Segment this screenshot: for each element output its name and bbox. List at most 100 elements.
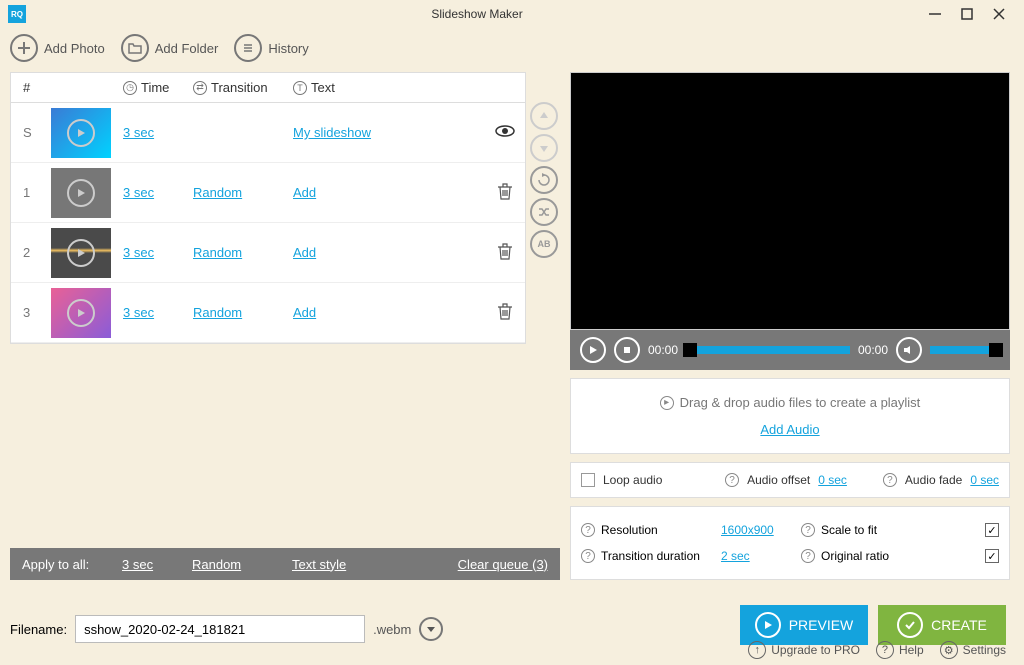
rotate-button[interactable] (530, 166, 558, 194)
maximize-button[interactable] (960, 7, 974, 21)
transition-duration-label: Transition duration (601, 549, 700, 563)
transition-duration-link[interactable]: 2 sec (721, 549, 750, 563)
audio-options: Loop audio ? Audio offset 0 sec ? Audio … (570, 462, 1010, 498)
loop-audio-label: Loop audio (603, 473, 662, 487)
close-button[interactable] (992, 7, 1006, 21)
row-number: 1 (11, 185, 51, 200)
ratio-checkbox[interactable] (985, 549, 999, 563)
row-number: S (11, 125, 51, 140)
slide-thumbnail[interactable] (51, 288, 111, 338)
help-icon[interactable]: ? (581, 549, 595, 563)
resolution-label: Resolution (601, 523, 658, 537)
transition-link[interactable]: Random (193, 245, 242, 260)
play-button[interactable] (580, 337, 606, 363)
apply-transition-link[interactable]: Random (192, 557, 292, 572)
table-row[interactable]: 3 3 sec Random Add (11, 283, 525, 343)
text-link[interactable]: Add (293, 245, 316, 260)
header-time[interactable]: ◷Time (123, 80, 193, 95)
minimize-button[interactable] (928, 7, 942, 21)
transition-link[interactable]: Random (193, 185, 242, 200)
apply-label: Apply to all: (22, 557, 122, 572)
time-link[interactable]: 3 sec (123, 125, 154, 140)
delete-icon[interactable] (497, 182, 513, 203)
play-icon (755, 612, 781, 638)
slide-thumbnail[interactable] (51, 228, 111, 278)
format-dropdown[interactable] (419, 617, 443, 641)
help-link[interactable]: ?Help (876, 641, 924, 659)
upgrade-link[interactable]: ↑Upgrade to PRO (748, 641, 860, 659)
transition-link[interactable]: Random (193, 305, 242, 320)
header-text[interactable]: TText (293, 80, 393, 95)
header-transition[interactable]: ⇄Transition (193, 80, 293, 95)
video-preview (570, 72, 1010, 330)
visibility-icon[interactable] (495, 124, 515, 141)
audio-offset-label: Audio offset (747, 473, 810, 487)
time-link[interactable]: 3 sec (123, 305, 154, 320)
filename-input[interactable] (75, 615, 365, 643)
gear-icon: ⚙ (940, 641, 958, 659)
apply-textstyle-link[interactable]: Text style (292, 557, 392, 572)
time-link[interactable]: 3 sec (123, 185, 154, 200)
audio-dropzone-icon: ▸ (660, 396, 674, 410)
stop-button[interactable] (614, 337, 640, 363)
table-row[interactable]: S 3 sec My slideshow (11, 103, 525, 163)
audio-offset-link[interactable]: 0 sec (818, 473, 847, 487)
row-number: 2 (11, 245, 51, 260)
apply-all-bar: Apply to all: 3 sec Random Text style Cl… (10, 548, 560, 580)
text-link[interactable]: My slideshow (293, 125, 371, 140)
history-button[interactable]: History (234, 34, 308, 62)
play-icon[interactable] (67, 299, 95, 327)
clear-queue-link[interactable]: Clear queue (3) (392, 557, 548, 572)
delete-icon[interactable] (497, 242, 513, 263)
add-photo-button[interactable]: Add Photo (10, 34, 105, 62)
shuffle-button[interactable] (530, 198, 558, 226)
transition-icon: ⇄ (193, 81, 207, 95)
preview-button[interactable]: PREVIEW (740, 605, 868, 645)
resolution-link[interactable]: 1600x900 (721, 523, 774, 537)
slides-table: # ◷Time ⇄Transition TText S 3 sec My sli… (10, 72, 526, 344)
play-icon[interactable] (67, 239, 95, 267)
help-icon[interactable]: ? (883, 473, 897, 487)
filename-extension: .webm (373, 622, 411, 637)
help-icon[interactable]: ? (725, 473, 739, 487)
move-down-button[interactable] (530, 134, 558, 162)
window-title: Slideshow Maker (26, 7, 928, 21)
slide-thumbnail[interactable] (51, 168, 111, 218)
player-controls: 00:00 00:00 (570, 330, 1010, 370)
toolbar: Add Photo Add Folder History (0, 28, 1024, 68)
text-link[interactable]: Add (293, 305, 316, 320)
move-up-button[interactable] (530, 102, 558, 130)
settings-link[interactable]: ⚙Settings (940, 641, 1006, 659)
folder-icon (121, 34, 149, 62)
audio-fade-link[interactable]: 0 sec (970, 473, 999, 487)
add-audio-link[interactable]: Add Audio (760, 422, 819, 437)
volume-slider[interactable] (930, 346, 1000, 354)
progress-slider[interactable] (686, 346, 850, 354)
titlebar: RQ Slideshow Maker (0, 0, 1024, 28)
apply-time-link[interactable]: 3 sec (122, 557, 192, 572)
text-link[interactable]: Add (293, 185, 316, 200)
add-folder-button[interactable]: Add Folder (121, 34, 219, 62)
table-row[interactable]: 2 3 sec Random Add (11, 223, 525, 283)
ab-button[interactable]: AB (530, 230, 558, 258)
slide-thumbnail[interactable] (51, 108, 111, 158)
create-button[interactable]: CREATE (878, 605, 1006, 645)
arrow-up-icon: ↑ (748, 641, 766, 659)
delete-icon[interactable] (497, 302, 513, 323)
history-label: History (268, 41, 308, 56)
time-link[interactable]: 3 sec (123, 245, 154, 260)
side-buttons: AB (526, 72, 560, 344)
play-icon[interactable] (67, 179, 95, 207)
help-icon[interactable]: ? (581, 523, 595, 537)
audio-fade-label: Audio fade (905, 473, 962, 487)
mute-button[interactable] (896, 337, 922, 363)
help-icon[interactable]: ? (801, 523, 815, 537)
time-total: 00:00 (858, 343, 888, 357)
play-icon[interactable] (67, 119, 95, 147)
loop-audio-checkbox[interactable] (581, 473, 595, 487)
table-row[interactable]: 1 3 sec Random Add (11, 163, 525, 223)
help-icon[interactable]: ? (801, 549, 815, 563)
scale-checkbox[interactable] (985, 523, 999, 537)
time-current: 00:00 (648, 343, 678, 357)
add-photo-label: Add Photo (44, 41, 105, 56)
